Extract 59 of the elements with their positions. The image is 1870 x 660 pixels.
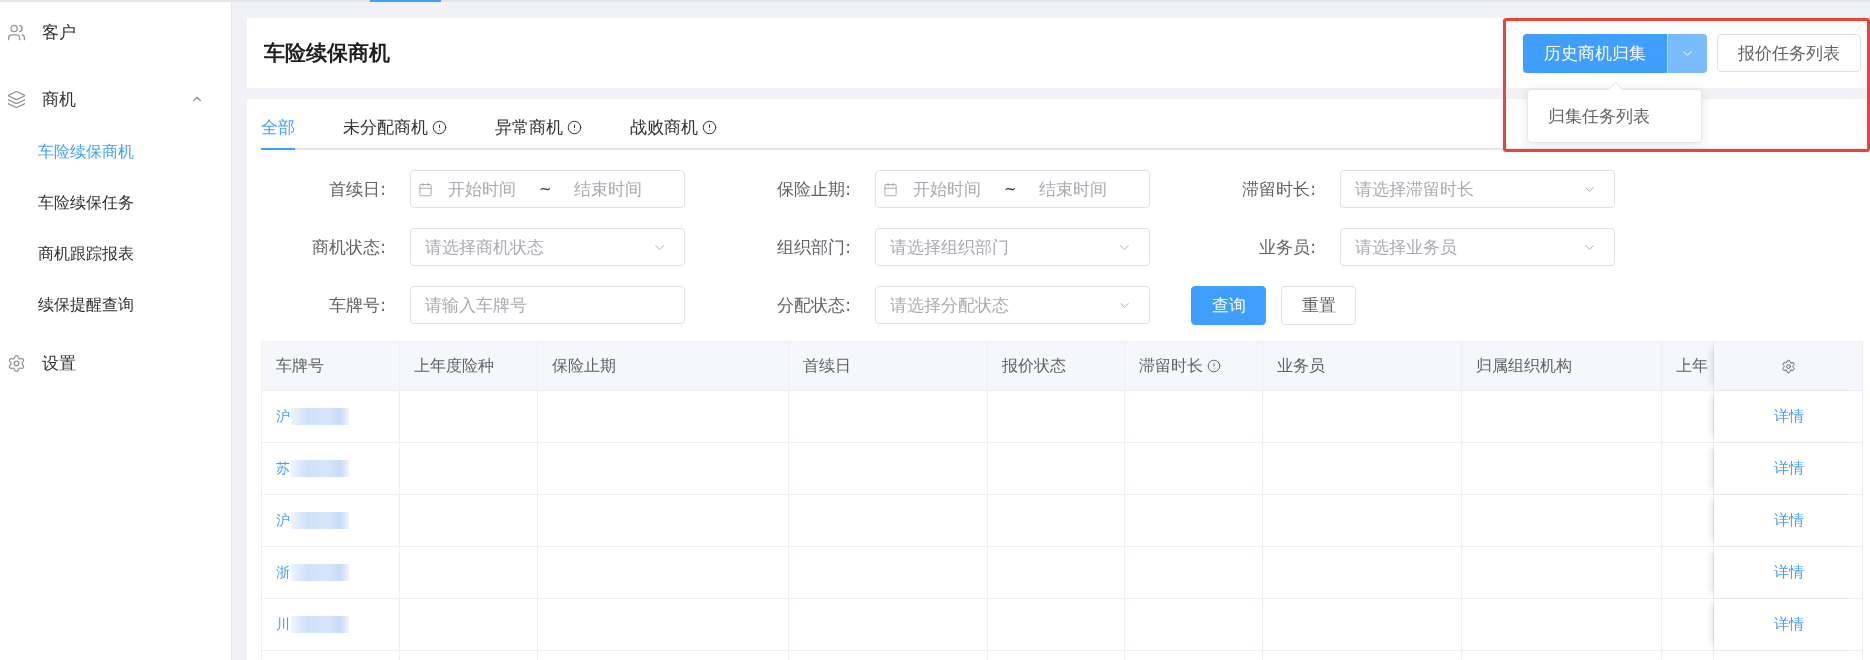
date-range-field[interactable]: 开始时间 ~ 结束时间 — [875, 170, 1150, 208]
plate-link[interactable]: 苏 — [276, 459, 290, 478]
column-title: 业务员 — [1277, 355, 1325, 377]
users-icon — [7, 22, 26, 42]
settings-icon[interactable] — [1781, 358, 1796, 374]
nav-subitem[interactable]: 车险续保任务 — [0, 178, 231, 229]
details-link[interactable]: 详情 — [1773, 407, 1804, 426]
filter-label: 保险止期: — [776, 177, 852, 201]
nav-item[interactable]: 设置 — [0, 335, 231, 391]
plate-link[interactable]: 浙 — [276, 563, 290, 582]
plate-link[interactable]: 沪 — [276, 511, 290, 530]
select-field[interactable]: 请选择组织部门 — [875, 228, 1150, 266]
settings-icon — [7, 353, 26, 373]
query-button[interactable]: 查询 — [1191, 285, 1266, 325]
details-link[interactable]: 详情 — [1773, 511, 1804, 530]
column-title: 上年度险种 — [414, 355, 494, 377]
column-title: 归属组织机构 — [1476, 355, 1572, 377]
column-title: 首续日 — [803, 355, 851, 377]
plate-link[interactable]: 沪 — [276, 407, 290, 426]
nav-item[interactable]: 客户 — [0, 4, 231, 60]
tab[interactable]: 未分配商机 — [343, 99, 447, 150]
menu-item[interactable]: 归集任务列表 — [1528, 95, 1701, 136]
split-button[interactable]: 历史商机归集 — [1523, 33, 1667, 73]
details-link[interactable]: 详情 — [1773, 563, 1804, 582]
select-field[interactable]: 请选择滞留时长 — [1340, 170, 1615, 208]
filter-label: 车牌号: — [328, 293, 387, 317]
select-field[interactable]: 请选择业务员 — [1340, 228, 1615, 266]
page-title: 车险续保商机 — [264, 40, 390, 67]
calendar-icon — [883, 181, 898, 197]
layers-icon — [7, 89, 26, 109]
column-title: 报价状态 — [1002, 355, 1066, 377]
filter-label: 分配状态: — [776, 293, 852, 317]
select-field[interactable]: 请选择分配状态 — [875, 286, 1150, 324]
details-link[interactable]: 详情 — [1773, 615, 1804, 634]
details-link[interactable]: 详情 — [1773, 459, 1804, 478]
filter-label: 首续日: — [328, 177, 387, 201]
tab[interactable]: 战败商机 — [630, 99, 717, 150]
column-title: 车牌号 — [276, 355, 324, 377]
filter-label: 组织部门: — [776, 235, 852, 259]
column-title: 上年 — [1676, 355, 1708, 377]
dropdown-toggle[interactable] — [1667, 33, 1707, 73]
nav-subitem[interactable]: 车险续保商机 — [0, 127, 231, 178]
input-field[interactable]: 请输入车牌号 — [410, 286, 685, 324]
select-field[interactable]: 请选择商机状态 — [410, 228, 685, 266]
task-list-button[interactable]: 报价任务列表 — [1717, 34, 1861, 72]
nav-subitem[interactable]: 商机跟踪报表 — [0, 229, 231, 280]
reset-button[interactable]: 重置 — [1281, 285, 1356, 325]
date-range-field[interactable]: 开始时间 ~ 结束时间 — [410, 170, 685, 208]
calendar-icon — [418, 181, 433, 197]
column-title: 滞留时长 — [1139, 355, 1203, 377]
nav-subitem[interactable]: 续保提醒查询 — [0, 280, 231, 331]
plate-link[interactable]: 川 — [276, 615, 290, 634]
filter-label: 商机状态: — [311, 235, 387, 259]
tab[interactable]: 全部 — [261, 99, 295, 150]
tab[interactable]: 异常商机 — [495, 99, 582, 150]
column-title: 保险止期 — [552, 355, 616, 377]
nav-item[interactable]: 商机 — [0, 71, 231, 127]
filter-label: 业务员: — [1258, 235, 1317, 259]
filter-label: 滞留时长: — [1241, 177, 1317, 201]
